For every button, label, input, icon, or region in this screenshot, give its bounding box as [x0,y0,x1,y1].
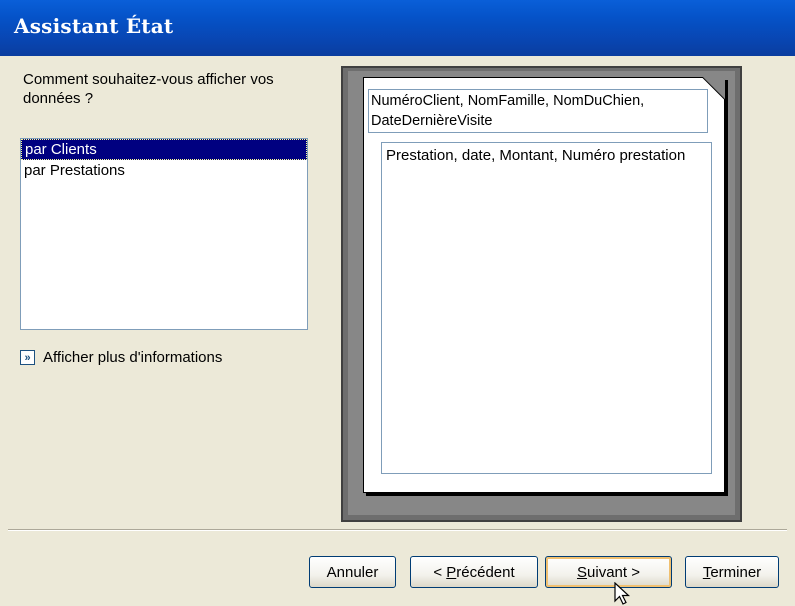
previous-prefix: < [433,564,447,581]
previous-label: récédent [456,564,515,581]
finish-button[interactable]: Terminer [685,556,779,588]
cancel-button[interactable]: Annuler [309,556,396,588]
previous-mnemonic: P [446,564,457,581]
prompt-label: Comment souhaitez-vous afficher vos donn… [23,71,274,107]
list-item-par-prestations[interactable]: par Prestations [21,160,307,181]
title-bar: Assistant État [0,0,795,56]
double-chevron-right-icon[interactable]: » [20,349,35,365]
window-title: Assistant État [14,14,174,38]
more-info-link[interactable]: » Afficher plus d'informations [20,346,222,368]
cancel-label: Annuler [326,564,379,581]
detail-fields-box: Prestation, date, Montant, Numéro presta… [381,142,712,474]
finish-label: erminer [710,564,762,581]
group-fields-box: NuméroClient, NomFamille, NomDuChien, Da… [368,89,708,133]
more-info-label[interactable]: Afficher plus d'informations [43,349,222,366]
previous-button[interactable]: < Précédent [410,556,538,588]
mouse-cursor-icon [614,582,631,605]
next-button[interactable]: Suivant > [545,556,672,588]
separator [8,529,787,531]
next-label: uivant > [587,564,640,581]
view-by-listbox[interactable]: par Clients par Prestations [20,138,308,330]
next-mnemonic: S [577,564,588,581]
list-item-par-clients[interactable]: par Clients [21,139,307,160]
